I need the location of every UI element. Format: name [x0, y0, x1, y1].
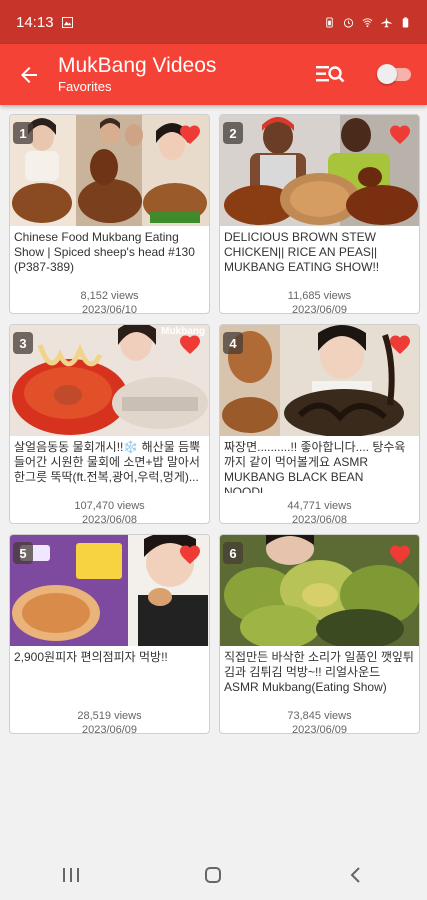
- video-thumbnail[interactable]: 2: [220, 115, 419, 226]
- search-list-icon: [316, 66, 345, 83]
- video-thumbnail[interactable]: 3 Mukbang: [10, 325, 209, 436]
- app-title: MukBang Videos: [58, 54, 217, 77]
- video-title: 살얼음동동 물회개시!!❄️ 해산물 듬뿍 들어간 시원한 물회에 소면+밥 말…: [14, 440, 201, 484]
- toggle-thumb: [377, 64, 397, 84]
- battery-saver-icon: [326, 16, 333, 28]
- video-index-badge: 5: [13, 542, 33, 564]
- video-date: 2023/06/09: [291, 724, 348, 734]
- airplane-mode-icon: [381, 16, 392, 28]
- video-thumbnail[interactable]: 5: [10, 535, 209, 646]
- video-index-badge: 3: [13, 332, 33, 354]
- home-icon: [205, 867, 222, 883]
- heart-icon[interactable]: [388, 543, 412, 565]
- video-card[interactable]: 5 2,900원피자 편의점피자 먹방!! 28,519 views 2023/…: [9, 534, 210, 734]
- video-card[interactable]: 3 Mukbang 살얼음동동 물회개시!!❄️ 해산물 듬뿍 들어간 시원한 …: [9, 324, 210, 524]
- wifi-icon: [362, 17, 373, 27]
- back-button[interactable]: [0, 44, 58, 105]
- video-thumbnail[interactable]: 6: [220, 535, 419, 646]
- video-views: 73,845 views: [287, 710, 352, 722]
- heart-icon[interactable]: [178, 333, 202, 355]
- video-views: 8,152 views: [80, 290, 139, 302]
- back-nav-button[interactable]: [326, 855, 386, 895]
- video-date: 2023/06/08: [291, 514, 348, 524]
- favorites-toggle[interactable]: [377, 64, 413, 84]
- alarm-icon: [343, 17, 354, 28]
- video-title: 2,900원피자 편의점피자 먹방!!: [14, 650, 168, 664]
- video-views: 107,470 views: [74, 500, 145, 512]
- heart-icon[interactable]: [388, 333, 412, 355]
- recent-apps-icon: [63, 868, 80, 882]
- system-nav-bar: [0, 850, 427, 900]
- video-index-badge: 6: [223, 542, 243, 564]
- video-grid: 1 Chinese Food Mukbang Eating Show | Spi…: [9, 114, 420, 734]
- video-title: 짜장면..........!! 좋아합니다.... 탕수육까지 같이 먹어볼게요…: [224, 440, 406, 493]
- heart-icon[interactable]: [178, 123, 202, 145]
- chevron-left-icon: [350, 867, 360, 883]
- search-list-button[interactable]: [312, 58, 348, 90]
- video-card[interactable]: 2 DELICIOUS BROWN STEW CHICKEN|| RICE AN…: [219, 114, 420, 314]
- video-date: 2023/06/09: [81, 724, 138, 734]
- video-date: 2023/06/09: [291, 304, 348, 314]
- heart-icon[interactable]: [178, 543, 202, 565]
- heart-icon[interactable]: [388, 123, 412, 145]
- video-title: DELICIOUS BROWN STEW CHICKEN|| RICE AN P…: [224, 230, 380, 274]
- video-index-badge: 4: [223, 332, 243, 354]
- recent-apps-button[interactable]: [41, 855, 101, 895]
- video-views: 11,685 views: [287, 290, 352, 302]
- video-thumbnail[interactable]: 1: [10, 115, 209, 226]
- app-bar: MukBang Videos Favorites: [0, 44, 427, 105]
- video-card[interactable]: 6 직접만든 바삭한 소리가 일품인 깻잎튀김과 김튀김 먹방~!! 리얼사운드…: [219, 534, 420, 734]
- video-index-badge: 2: [223, 122, 243, 144]
- video-title: 직접만든 바삭한 소리가 일품인 깻잎튀김과 김튀김 먹방~!! 리얼사운드 A…: [224, 650, 414, 694]
- status-bar: 14:13: [0, 0, 427, 44]
- app-subtitle: Favorites: [58, 79, 112, 94]
- video-date: 2023/06/10: [81, 304, 138, 314]
- battery-icon: [402, 16, 409, 28]
- video-thumbnail[interactable]: 4: [220, 325, 419, 436]
- video-card[interactable]: 1 Chinese Food Mukbang Eating Show | Spi…: [9, 114, 210, 314]
- video-card[interactable]: 4 짜장면..........!! 좋아합니다.... 탕수육까지 같이 먹어볼…: [219, 324, 420, 524]
- video-views: 28,519 views: [77, 710, 142, 722]
- video-views: 44,771 views: [287, 500, 352, 512]
- app-titles: MukBang Videos Favorites: [58, 54, 216, 95]
- gallery-notification-icon: [61, 16, 73, 28]
- video-date: 2023/06/08: [81, 514, 138, 524]
- video-index-badge: 1: [13, 122, 33, 144]
- home-button[interactable]: [183, 855, 243, 895]
- video-title: Chinese Food Mukbang Eating Show | Spice…: [14, 230, 195, 274]
- status-time: 14:13: [16, 13, 54, 31]
- arrow-back-icon: [21, 66, 37, 83]
